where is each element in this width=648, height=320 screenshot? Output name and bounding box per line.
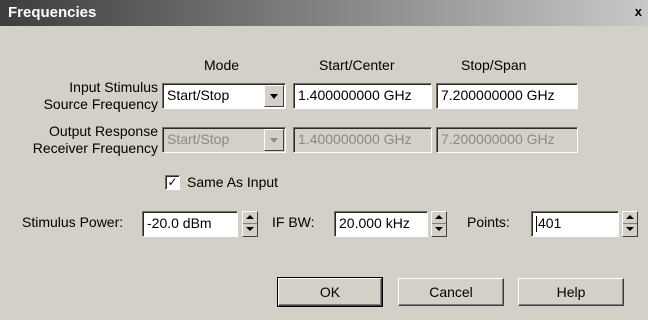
stimulus-power-spinner[interactable] (242, 211, 258, 237)
same-as-input-checkbox[interactable]: ✓ (165, 175, 180, 190)
same-as-input-label: Same As Input (187, 174, 279, 190)
start-center-column-header: Start/Center (319, 57, 395, 73)
arrow-up-icon[interactable] (623, 212, 637, 224)
output-stop-field: 7.200000000 GHz (436, 127, 578, 153)
output-mode-select: Start/Stop (162, 127, 286, 153)
input-stop-field[interactable]: 7.200000000 GHz (436, 83, 578, 109)
cancel-button[interactable]: Cancel (398, 278, 504, 306)
stimulus-power-label: Stimulus Power: (22, 214, 124, 230)
points-spinner[interactable] (622, 211, 638, 237)
output-response-label: Output Response Receiver Frequency (32, 123, 158, 156)
help-button[interactable]: Help (518, 278, 624, 306)
input-mode-select[interactable]: Start/Stop (162, 83, 286, 109)
close-icon[interactable]: x (635, 5, 642, 18)
ok-button[interactable]: OK (277, 277, 383, 307)
if-bw-label: IF BW: (272, 214, 315, 230)
chevron-down-icon (264, 129, 284, 151)
title-bar[interactable]: Frequencies x (0, 0, 648, 26)
arrow-down-icon[interactable] (243, 224, 257, 236)
points-field[interactable]: 401 (531, 211, 619, 237)
arrow-up-icon[interactable] (243, 212, 257, 224)
input-stimulus-label: Input Stimulus Source Frequency (43, 79, 158, 112)
window-title: Frequencies (8, 4, 97, 21)
points-label: Points: (467, 214, 510, 230)
stop-span-column-header: Stop/Span (461, 57, 527, 73)
stimulus-power-field[interactable]: -20.0 dBm (142, 211, 238, 237)
output-start-field: 1.400000000 GHz (293, 127, 432, 153)
input-start-field[interactable]: 1.400000000 GHz (293, 83, 432, 109)
mode-column-header: Mode (204, 57, 240, 73)
arrow-down-icon[interactable] (432, 224, 446, 236)
chevron-down-icon[interactable] (264, 85, 284, 107)
arrow-down-icon[interactable] (623, 224, 637, 236)
if-bw-spinner[interactable] (431, 211, 447, 237)
if-bw-field[interactable]: 20.000 kHz (334, 211, 428, 237)
arrow-up-icon[interactable] (432, 212, 446, 224)
text-cursor (536, 216, 537, 233)
